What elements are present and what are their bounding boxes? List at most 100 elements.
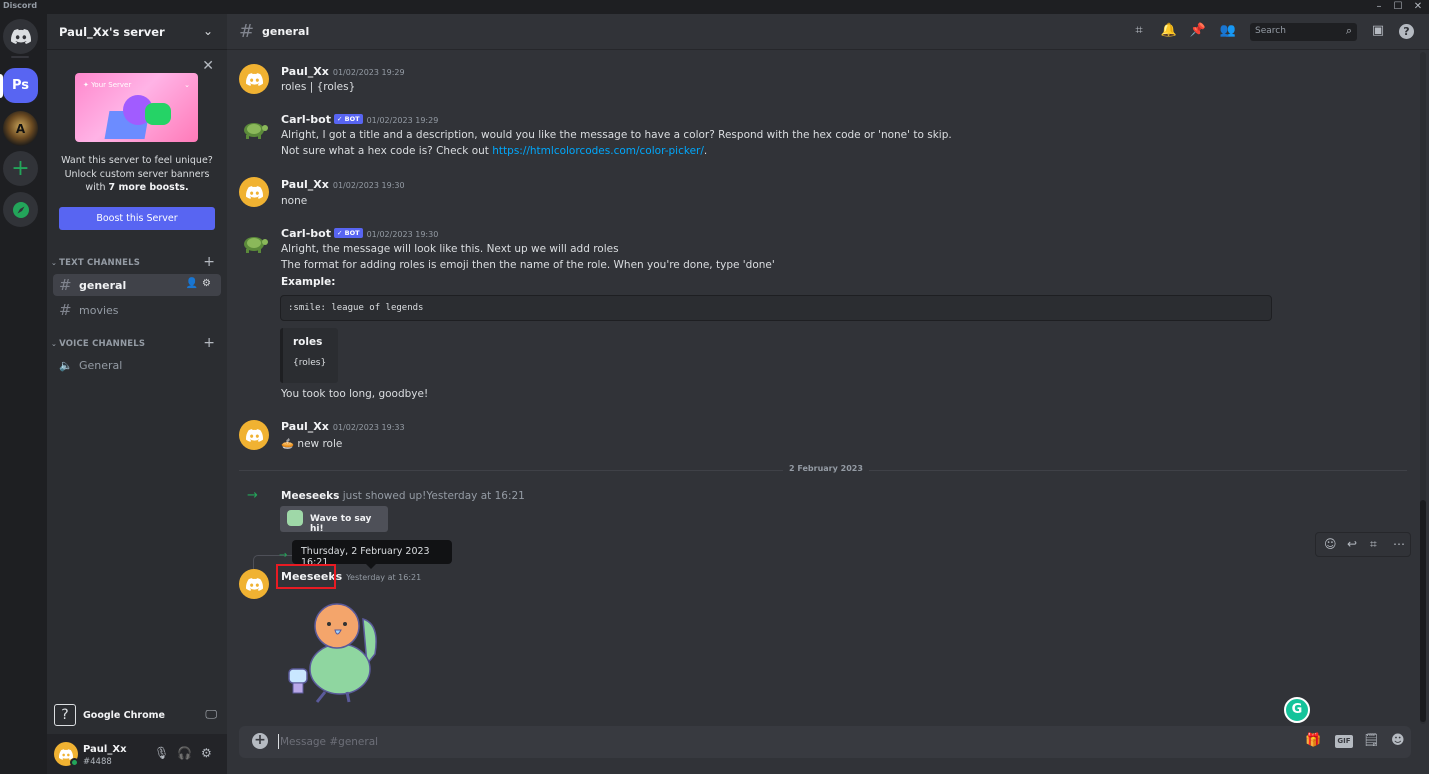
search-icon: ⌕ <box>1345 24 1352 37</box>
turtle-avatar-icon <box>244 123 268 139</box>
message-hover-toolbar: ☺ ↩ ⌗ ⋯ <box>1315 532 1411 557</box>
message-text-bold: Example: <box>281 276 336 288</box>
settings-gear-icon[interactable]: ⚙ <box>201 746 212 760</box>
channel-label: movies <box>79 304 119 317</box>
bell-icon[interactable]: 🔔 <box>1160 23 1178 41</box>
add-voice-channel-icon[interactable]: + <box>203 335 215 351</box>
embed: roles {roles} <box>280 328 338 383</box>
avatar[interactable] <box>239 228 269 258</box>
message-timestamp: Yesterday at 16:21 <box>346 573 422 582</box>
channel-movies[interactable]: # movies <box>53 299 221 321</box>
boost-description: Want this server to feel unique? Unlock … <box>57 154 217 195</box>
add-reaction-icon[interactable]: ☺ <box>1324 537 1337 551</box>
add-server-button[interactable]: + <box>3 151 38 186</box>
bot-badge: ✓ BOT <box>333 228 363 238</box>
message-text: Alright, I got a title and a description… <box>281 129 952 141</box>
close-icon[interactable]: ✕ <box>202 58 214 74</box>
message-composer[interactable]: + Message #general 🎁 GIF 🗒 ☻ <box>239 726 1411 758</box>
scrollbar-thumb[interactable] <box>1420 500 1426 722</box>
message-text: roles | {roles} <box>281 81 356 93</box>
close-window-button[interactable]: ✕ <box>1408 0 1428 14</box>
pie-emoji-icon: 🥧 <box>281 438 295 450</box>
text-caret <box>278 734 279 749</box>
message-author[interactable]: Carl-bot ✓ BOT 01/02/2023 19:29 <box>281 113 438 126</box>
message-author[interactable]: Paul_Xx 01/02/2023 19:30 <box>281 178 405 191</box>
emoji-icon[interactable]: ☻ <box>1391 733 1405 748</box>
username: Paul_Xx <box>83 744 127 755</box>
wave-button[interactable]: Wave to say hi! <box>280 506 388 534</box>
voice-channel-general[interactable]: 🔈 General <box>53 354 221 376</box>
help-icon[interactable]: ? <box>1399 24 1414 39</box>
activity-name: Google Chrome <box>83 710 165 721</box>
timestamp-tooltip: Thursday, 2 February 2023 16:21 <box>292 540 452 569</box>
inbox-icon[interactable]: ▣ <box>1369 23 1387 41</box>
sticker-icon[interactable]: 🗒 <box>1363 733 1380 748</box>
category-voice-channels[interactable]: ⌄ VOICE CHANNELS <box>51 339 145 349</box>
author-highlight-box <box>276 564 336 589</box>
title-bar: Discord – ☐ ✕ <box>0 0 1429 14</box>
caret-icon: ⌄ <box>51 340 58 348</box>
message-input[interactable]: Message #general <box>280 736 378 748</box>
headset-icon[interactable]: 🎧 <box>177 746 192 760</box>
more-icon[interactable]: ⋯ <box>1393 537 1405 551</box>
turtle-avatar-icon <box>244 237 268 253</box>
attach-plus-icon[interactable]: + <box>252 733 268 749</box>
category-text-channels[interactable]: ⌄ TEXT CHANNELS <box>51 258 140 268</box>
boost-server-button[interactable]: Boost this Server <box>59 207 215 230</box>
home-button[interactable] <box>3 19 38 54</box>
members-icon[interactable]: 👥 <box>1219 23 1237 41</box>
boost-art-chevron: ⌄ <box>184 81 190 89</box>
threads-icon[interactable]: ⌗ <box>1130 23 1148 41</box>
category-label: VOICE CHANNELS <box>59 339 146 349</box>
date-divider-label: 2 February 2023 <box>783 464 869 473</box>
message-text: 🥧 new role <box>281 437 342 450</box>
message-author[interactable]: Paul_Xx 01/02/2023 19:33 <box>281 420 405 433</box>
author-name: Carl-bot <box>281 227 331 240</box>
add-text-channel-icon[interactable]: + <box>203 254 215 270</box>
activity-panel: ? Google Chrome 🖵 <box>47 700 227 732</box>
message-author[interactable]: Carl-bot ✓ BOT 01/02/2023 19:30 <box>281 227 438 240</box>
hash-icon: # <box>59 276 72 294</box>
boost-art-label: ✦ Your Server <box>83 81 132 89</box>
author-name: Paul_Xx <box>281 420 329 433</box>
message-text: none <box>281 195 308 207</box>
embed-description: {roles} <box>293 358 327 368</box>
avatar[interactable] <box>239 420 269 450</box>
server-league[interactable]: A <box>3 111 38 146</box>
join-author[interactable]: Meeseeks <box>281 490 339 502</box>
pin-icon[interactable]: 📌 <box>1189 23 1207 41</box>
message-text: You took too long, goodbye! <box>281 388 429 400</box>
avatar[interactable] <box>239 177 269 207</box>
invite-settings-icons[interactable]: 👤⚙ <box>186 278 215 289</box>
message-author[interactable]: Paul_Xx 01/02/2023 19:29 <box>281 65 405 78</box>
message-timestamp: Yesterday at 16:21 <box>426 490 525 502</box>
avatar[interactable] <box>239 569 269 599</box>
text-prefix: Not sure what a hex code is? Check out <box>281 145 493 157</box>
screen-share-icon[interactable]: 🖵 <box>205 707 217 722</box>
scrollbar-track[interactable] <box>1420 52 1426 724</box>
microphone-icon[interactable]: 🎙 <box>154 746 169 760</box>
explore-button[interactable] <box>3 192 38 227</box>
message-timestamp: 01/02/2023 19:29 <box>366 116 439 125</box>
reply-arrow-icon: → <box>279 550 288 561</box>
server-ps[interactable]: Ps <box>3 68 38 103</box>
thread-icon[interactable]: ⌗ <box>1370 537 1377 552</box>
online-status-dot <box>70 758 79 767</box>
server-header[interactable]: Paul_Xx's server ⌄ <box>47 14 227 50</box>
search-input[interactable]: Search ⌕ <box>1250 23 1357 41</box>
color-picker-link[interactable]: https://htmlcolorcodes.com/color-picker/ <box>492 145 704 157</box>
boost-banner-image: ✦ Your Server ⌄ <box>75 73 198 142</box>
avatar[interactable] <box>239 64 269 94</box>
minimize-button[interactable]: – <box>1369 0 1389 14</box>
maximize-button[interactable]: ☐ <box>1388 0 1408 14</box>
wave-sticker-icon <box>287 510 303 526</box>
reply-icon[interactable]: ↩ <box>1347 537 1357 551</box>
author-name: Paul_Xx <box>281 178 329 191</box>
channel-general[interactable]: # general 👤⚙ <box>53 274 221 296</box>
gift-icon[interactable]: 🎁 <box>1305 733 1321 748</box>
message-timestamp: 01/02/2023 19:33 <box>332 423 405 432</box>
gif-button[interactable]: GIF <box>1335 735 1353 748</box>
avatar[interactable] <box>239 114 269 144</box>
hash-icon: # <box>59 301 72 319</box>
grammarly-icon[interactable]: G <box>1284 697 1310 723</box>
